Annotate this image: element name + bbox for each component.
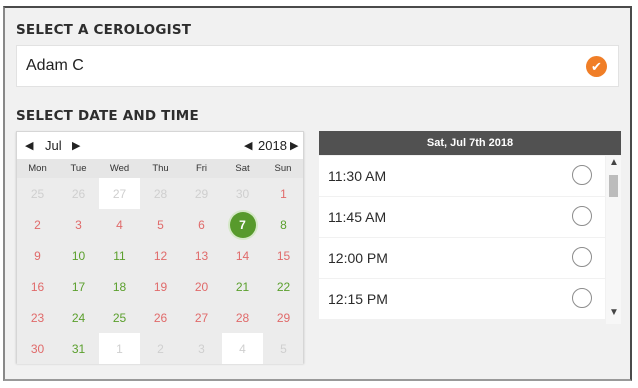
calendar-day[interactable]: 28 <box>222 302 263 333</box>
month-label: Jul <box>45 138 62 153</box>
calendar-day[interactable]: 26 <box>58 178 99 209</box>
calendar-day-grid: 25 26 27 28 29 30 1 2 3 4 5 6 7 8 9 10 11 12 13 14 15 16 17 18 1… <box>17 178 303 364</box>
calendar-day[interactable]: 1 <box>263 178 304 209</box>
calendar-day[interactable]: 28 <box>140 178 181 209</box>
calendar-day[interactable]: 3 <box>181 333 222 364</box>
calendar-day[interactable]: 30 <box>17 333 58 364</box>
calendar-day[interactable]: 5 <box>140 209 181 240</box>
prev-month-arrow-icon[interactable]: ◀ <box>25 139 33 152</box>
time-slot-label: 11:30 AM <box>328 168 387 184</box>
calendar-day[interactable]: 29 <box>263 302 304 333</box>
calendar-day[interactable]: 20 <box>181 271 222 302</box>
time-slot[interactable]: 11:45 AM <box>319 197 605 237</box>
calendar-day[interactable]: 21 <box>222 271 263 302</box>
cerologist-name: Adam C <box>26 57 84 74</box>
weekday-label: Thu <box>152 163 169 174</box>
weekday-label: Tue <box>70 163 87 174</box>
calendar-day[interactable]: 10 <box>58 240 99 271</box>
calendar-day[interactable]: 25 <box>99 302 140 333</box>
weekday-label: Sun <box>274 163 292 174</box>
time-slot-label: 12:00 PM <box>328 250 388 266</box>
time-slot-list: 11:30 AM 11:45 AM 12:00 PM 12:15 PM <box>319 156 605 320</box>
calendar-day[interactable]: 4 <box>99 209 140 240</box>
calendar-day[interactable]: 9 <box>17 240 58 271</box>
calendar-day[interactable]: 1 <box>99 333 140 364</box>
calendar-day[interactable]: 8 <box>263 209 304 240</box>
calendar-day[interactable]: 2 <box>140 333 181 364</box>
calendar-day[interactable]: 31 <box>58 333 99 364</box>
time-slot-label: 11:45 AM <box>328 209 387 225</box>
selected-day-marker: 7 <box>229 211 256 238</box>
calendar-day[interactable]: 27 <box>99 178 140 209</box>
calendar-day[interactable]: 5 <box>263 333 304 364</box>
year-label: 2018 <box>258 138 287 153</box>
scroll-down-arrow-icon[interactable]: ▼ <box>609 307 619 318</box>
select-date-time-heading: SELECT DATE AND TIME <box>16 108 199 124</box>
calendar-day[interactable]: 26 <box>140 302 181 333</box>
calendar-day[interactable]: 12 <box>140 240 181 271</box>
next-month-arrow-icon[interactable]: ▶ <box>72 139 80 152</box>
selected-date-header: Sat, Jul 7th 2018 <box>319 131 621 155</box>
calendar-day[interactable]: 23 <box>17 302 58 333</box>
calendar-day-selected[interactable]: 7 <box>222 209 263 240</box>
weekday-label: Mon <box>28 163 47 174</box>
scroll-up-arrow-icon[interactable]: ▲ <box>609 157 619 168</box>
calendar-header: ◀ Jul ▶ ◀ 2018 ▶ <box>17 132 303 159</box>
select-cerologist-heading: SELECT A CEROLOGIST <box>16 22 192 38</box>
radio-button[interactable] <box>572 165 592 185</box>
radio-button[interactable] <box>572 206 592 226</box>
time-slot[interactable]: 12:00 PM <box>319 238 605 278</box>
weekday-label: Sat <box>235 163 250 174</box>
prev-year-arrow-icon[interactable]: ◀ <box>244 139 252 152</box>
weekday-label: Wed <box>109 163 130 174</box>
cerologist-selector[interactable]: Adam C ✔ <box>16 45 619 87</box>
calendar-day[interactable]: 6 <box>181 209 222 240</box>
calendar-day[interactable]: 14 <box>222 240 263 271</box>
calendar-day[interactable]: 17 <box>58 271 99 302</box>
calendar-day[interactable]: 2 <box>17 209 58 240</box>
radio-button[interactable] <box>572 247 592 267</box>
calendar-day[interactable]: 22 <box>263 271 304 302</box>
calendar-day[interactable]: 16 <box>17 271 58 302</box>
calendar-day[interactable]: 15 <box>263 240 304 271</box>
time-slot-panel: Sat, Jul 7th 2018 11:30 AM 11:45 AM 12:0… <box>319 131 621 324</box>
booking-panel: SELECT A CEROLOGIST Adam C ✔ SELECT DATE… <box>3 6 632 381</box>
next-year-arrow-icon[interactable]: ▶ <box>290 139 298 152</box>
radio-button[interactable] <box>572 288 592 308</box>
calendar-day[interactable]: 19 <box>140 271 181 302</box>
calendar-day[interactable]: 18 <box>99 271 140 302</box>
calendar-day[interactable]: 13 <box>181 240 222 271</box>
scroll-thumb[interactable] <box>609 175 618 197</box>
calendar-day[interactable]: 30 <box>222 178 263 209</box>
calendar-day[interactable]: 25 <box>17 178 58 209</box>
weekday-label: Fri <box>195 163 208 174</box>
calendar-day[interactable]: 29 <box>181 178 222 209</box>
time-slot[interactable]: 11:30 AM <box>319 156 605 196</box>
time-list-scrollbar[interactable]: ▲ ▼ <box>606 156 621 324</box>
calendar-day[interactable]: 24 <box>58 302 99 333</box>
calendar-day[interactable]: 4 <box>222 333 263 364</box>
calendar-day[interactable]: 3 <box>58 209 99 240</box>
calendar-day[interactable]: 27 <box>181 302 222 333</box>
weekday-header-row: Mon Tue Wed Thu Fri Sat Sun <box>17 159 303 178</box>
calendar-day[interactable]: 11 <box>99 240 140 271</box>
check-icon: ✔ <box>586 56 607 77</box>
date-picker-calendar: ◀ Jul ▶ ◀ 2018 ▶ Mon Tue Wed Thu Fri Sat… <box>16 131 304 364</box>
time-slot[interactable]: 12:15 PM <box>319 279 605 319</box>
time-slot-label: 12:15 PM <box>328 291 388 307</box>
